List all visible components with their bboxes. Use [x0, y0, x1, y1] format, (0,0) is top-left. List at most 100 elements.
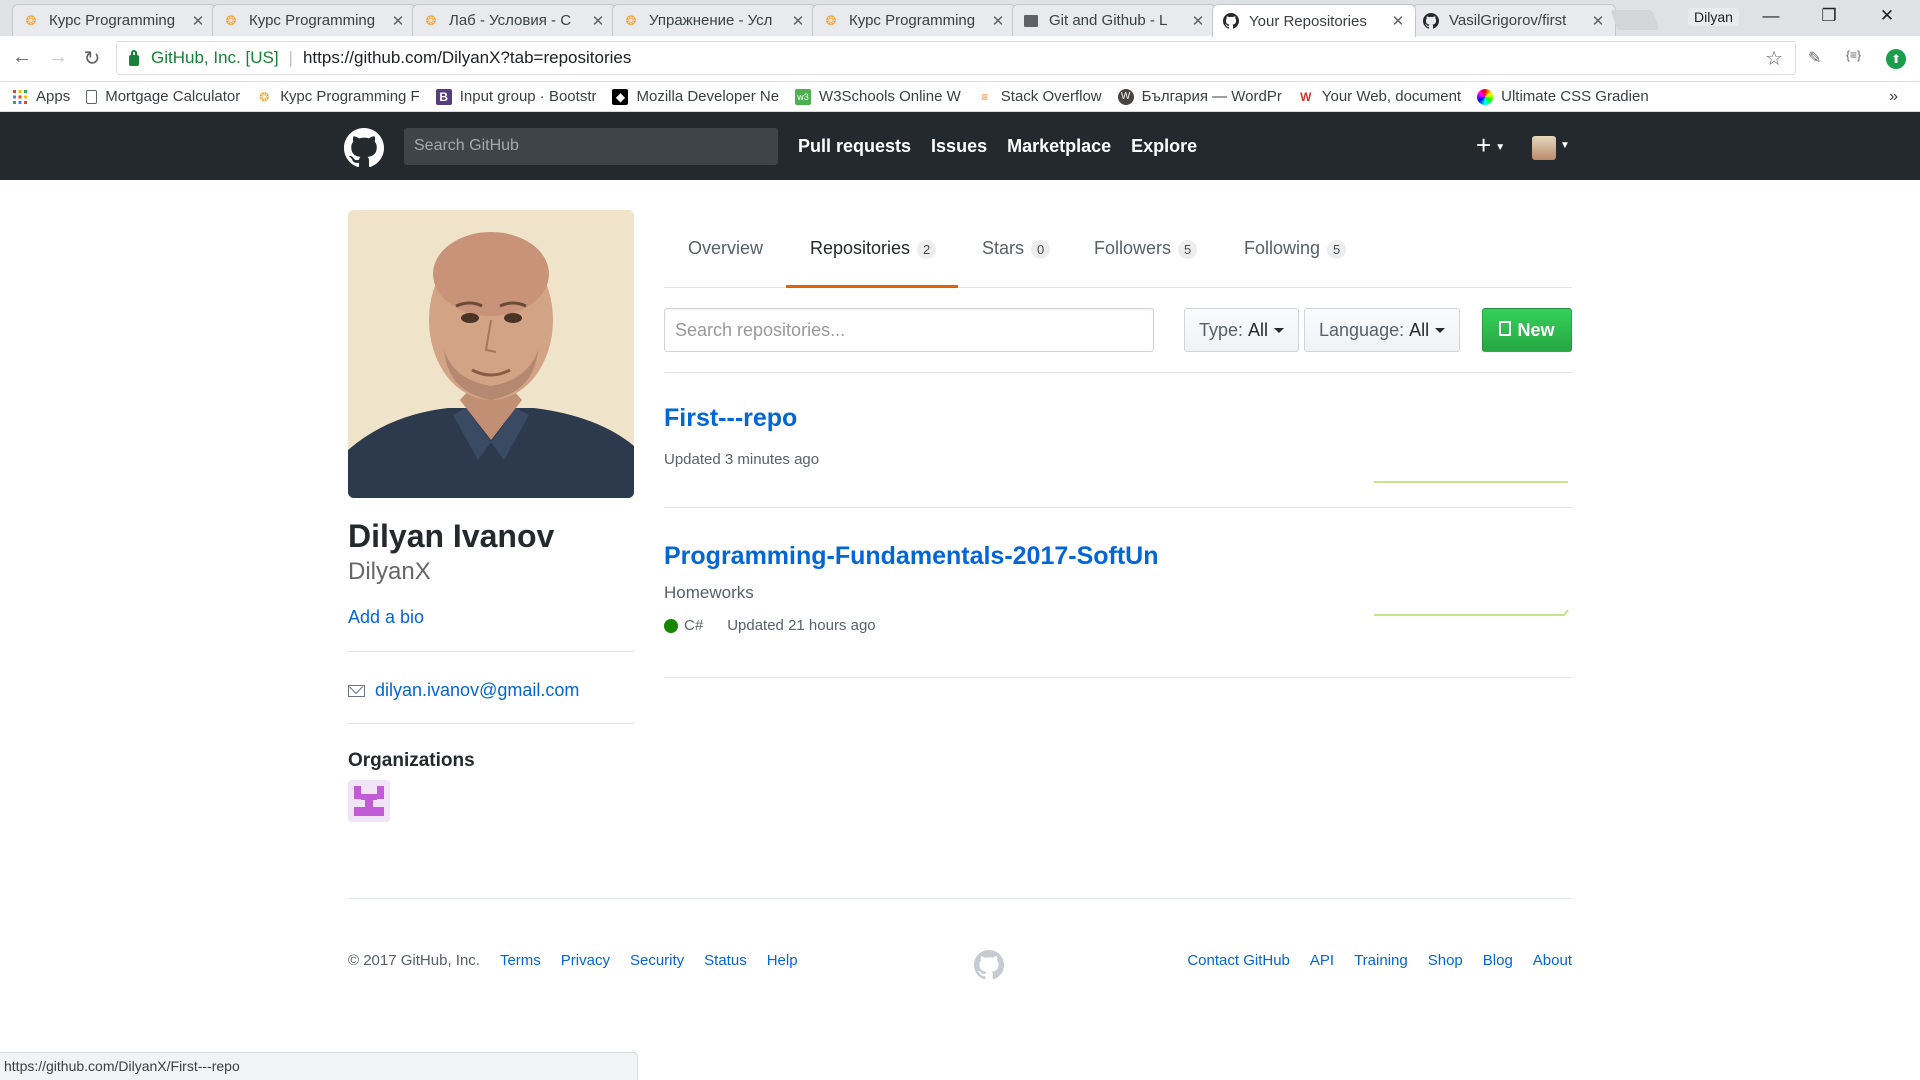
close-window-icon[interactable]: ✕	[1872, 6, 1902, 26]
github-main-nav: Pull requests Issues Marketplace Explore	[798, 136, 1197, 157]
bookmark-apps[interactable]: Apps	[12, 88, 70, 105]
bookmark-wordpress[interactable]: W България — WordPr	[1117, 88, 1282, 105]
browser-tab-active[interactable]: Your Repositories ✕	[1212, 4, 1416, 37]
github-logo-icon[interactable]	[344, 128, 384, 168]
close-tab-icon[interactable]: ✕	[1591, 12, 1605, 30]
stackoverflow-icon: ≡	[981, 89, 989, 104]
bookmark-star-icon[interactable]: ☆	[1765, 46, 1783, 71]
close-tab-icon[interactable]: ✕	[991, 12, 1005, 30]
repository-search-input[interactable]: Search repositories...	[664, 308, 1154, 352]
footer-link-training[interactable]: Training	[1354, 952, 1408, 969]
activity-sparkline	[1374, 609, 1569, 616]
repository-name-link[interactable]: Programming-Fundamentals-2017-SoftUn	[664, 542, 1572, 571]
tab-overview[interactable]: Overview	[688, 226, 763, 288]
close-tab-icon[interactable]: ✕	[391, 12, 405, 30]
footer-link-shop[interactable]: Shop	[1428, 952, 1463, 969]
bookmark-w3schools[interactable]: w3 W3Schools Online W	[795, 88, 961, 105]
browser-tab[interactable]: ❂ Курс Programming ✕	[812, 4, 1016, 36]
profile-username: DilyanX	[348, 558, 431, 585]
repository-updated-time: Updated 3 minutes ago	[664, 451, 820, 468]
profile-full-name: Dilyan Ivanov	[348, 518, 555, 554]
language-filter-dropdown[interactable]: Language: All	[1304, 308, 1461, 352]
footer-link-about[interactable]: About	[1533, 952, 1572, 969]
extension-icon[interactable]: ⬆	[1886, 49, 1906, 69]
browser-tab[interactable]: ❂ Упражнение - Усл ✕	[612, 4, 816, 36]
footer-right: Contact GitHub API Training Shop Blog Ab…	[1187, 952, 1572, 969]
new-tab-button[interactable]	[1610, 10, 1660, 30]
footer-link-contact[interactable]: Contact GitHub	[1187, 952, 1290, 969]
footer-link-status[interactable]: Status	[704, 952, 747, 969]
gradient-icon	[1477, 88, 1494, 105]
repo-book-icon	[1499, 320, 1512, 336]
wordpress-icon: W	[1117, 88, 1134, 105]
tab-repositories[interactable]: Repositories 2	[786, 226, 958, 288]
divider	[348, 651, 634, 652]
repository-name-link[interactable]: First---repo	[664, 404, 1572, 433]
bookmark-softuni[interactable]: ❂ Курс Programming F	[256, 88, 419, 105]
close-tab-icon[interactable]: ✕	[791, 12, 805, 30]
minimize-icon[interactable]: —	[1756, 6, 1786, 26]
footer-link-terms[interactable]: Terms	[500, 952, 541, 969]
bookmark-mortgage-calculator[interactable]: Mortgage Calculator	[86, 88, 240, 105]
bookmark-stackoverflow[interactable]: ≡ Stack Overflow	[977, 88, 1101, 105]
back-icon[interactable]: ←	[10, 46, 34, 69]
bookmark-mdn[interactable]: ◆ Mozilla Developer Ne	[612, 88, 779, 105]
create-new-dropdown[interactable]: + ▼	[1476, 130, 1505, 161]
new-repository-button[interactable]: New	[1482, 308, 1572, 352]
close-tab-icon[interactable]: ✕	[1391, 12, 1405, 30]
footer-link-help[interactable]: Help	[767, 952, 798, 969]
browser-tab[interactable]: VasilGrigorov/first ✕	[1412, 4, 1616, 36]
nav-pull-requests[interactable]: Pull requests	[798, 136, 911, 157]
organization-avatar[interactable]	[348, 780, 390, 822]
browser-tab[interactable]: ❂ Курс Programming ✕	[12, 4, 216, 36]
eyedropper-extension-icon[interactable]: ✎	[1808, 48, 1821, 68]
tab-stars[interactable]: Stars 0	[982, 226, 1051, 288]
plus-icon: +	[1476, 130, 1492, 160]
profile-avatar[interactable]	[348, 210, 634, 498]
tab-followers[interactable]: Followers 5	[1094, 226, 1198, 288]
w3schools-icon: w3	[795, 88, 812, 105]
address-bar[interactable]: GitHub, Inc. [US] | https://github.com/D…	[116, 41, 1796, 75]
restore-icon[interactable]: ❐	[1814, 6, 1844, 26]
type-filter-dropdown[interactable]: Type: All	[1184, 308, 1300, 352]
github-mark-icon[interactable]	[974, 950, 1004, 980]
nav-marketplace[interactable]: Marketplace	[1007, 136, 1111, 157]
add-bio-link[interactable]: Add a bio	[348, 607, 424, 628]
profile-tabs: Overview Repositories 2 Stars 0 Follower…	[664, 226, 1572, 288]
close-tab-icon[interactable]: ✕	[191, 12, 205, 30]
secure-origin-label: GitHub, Inc. [US]	[151, 48, 279, 67]
browser-tab[interactable]: ❂ Курс Programming ✕	[212, 4, 416, 36]
browser-tab[interactable]: ❂ Лаб - Условия - С ✕	[412, 4, 616, 36]
email-link[interactable]: dilyan.ivanov@gmail.com	[375, 680, 579, 701]
nav-explore[interactable]: Explore	[1131, 136, 1197, 157]
github-header: Search GitHub Pull requests Issues Marke…	[0, 112, 1920, 180]
browser-tab[interactable]: Git and Github - L ✕	[1012, 4, 1216, 36]
profile-email[interactable]: dilyan.ivanov@gmail.com	[348, 680, 579, 701]
nav-issues[interactable]: Issues	[931, 136, 987, 157]
footer-link-blog[interactable]: Blog	[1483, 952, 1513, 969]
repository-item: First---repo Updated 3 minutes ago	[664, 404, 1572, 508]
footer-link-api[interactable]: API	[1310, 952, 1334, 969]
caret-down-icon	[1435, 327, 1446, 333]
github-search-input[interactable]: Search GitHub	[404, 128, 778, 165]
json-extension-icon[interactable]: {≡}	[1846, 48, 1861, 62]
close-tab-icon[interactable]: ✕	[1191, 12, 1205, 30]
footer-link-security[interactable]: Security	[630, 952, 684, 969]
bookmarks-overflow-icon[interactable]: »	[1889, 88, 1898, 106]
bootstrap-icon: B	[435, 88, 452, 105]
forward-icon[interactable]: →	[46, 46, 70, 69]
caret-down-icon[interactable]: ▼	[1560, 140, 1570, 151]
url-text[interactable]: https://github.com/DilyanX?tab=repositor…	[303, 48, 631, 68]
user-menu-avatar[interactable]	[1532, 136, 1556, 160]
tab-following[interactable]: Following 5	[1244, 226, 1347, 288]
close-tab-icon[interactable]: ✕	[591, 12, 605, 30]
bookmark-your-web[interactable]: W Your Web, document	[1298, 88, 1461, 105]
divider	[664, 372, 1572, 373]
bookmark-bootstrap[interactable]: B Input group · Bootstr	[435, 88, 596, 105]
browser-profile-name[interactable]: Dilyan	[1688, 8, 1739, 26]
bookmark-css-gradient[interactable]: Ultimate CSS Gradien	[1477, 88, 1649, 105]
divider	[348, 723, 634, 724]
footer-link-privacy[interactable]: Privacy	[561, 952, 610, 969]
mdn-icon: ◆	[612, 88, 629, 105]
reload-icon[interactable]: ↻	[80, 46, 104, 71]
